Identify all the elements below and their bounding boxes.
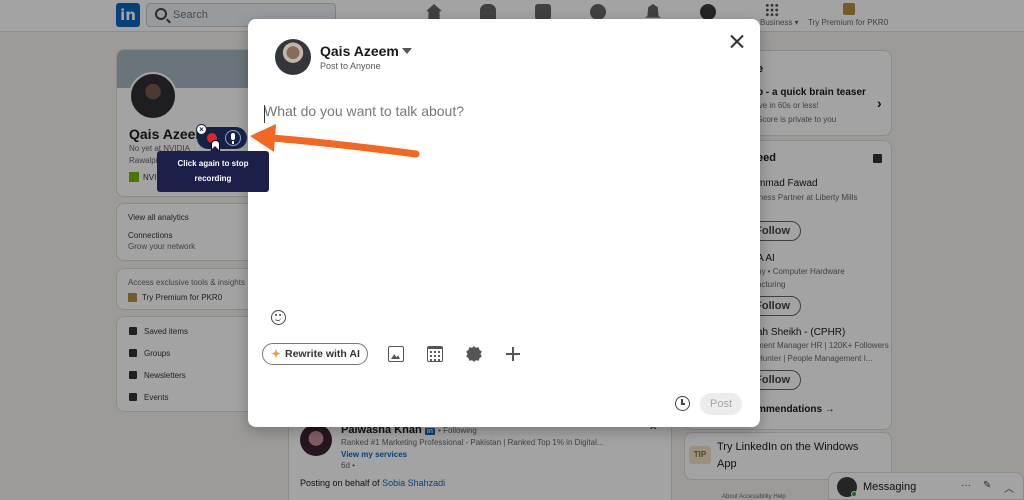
author-avatar[interactable] — [275, 39, 311, 75]
post-text-input[interactable] — [264, 103, 734, 293]
microphone-icon[interactable] — [225, 130, 241, 146]
close-icon[interactable] — [728, 33, 746, 51]
chevron-down-icon[interactable] — [402, 48, 412, 54]
rewrite-label: Rewrite with AI — [285, 348, 360, 360]
create-post-modal: Qais Azeem Post to Anyone ✦Rewrite with … — [248, 19, 760, 427]
tooltip-line1: Click again to stop — [177, 159, 249, 168]
text-cursor — [264, 105, 265, 123]
sparkle-icon: ✦ — [271, 347, 282, 361]
celebrate-icon[interactable] — [466, 346, 482, 362]
photo-icon[interactable] — [388, 346, 404, 362]
tooltip-line2: recording — [194, 174, 232, 183]
post-button[interactable]: Post — [700, 393, 742, 415]
recorder-close-icon[interactable]: × — [196, 124, 207, 135]
emoji-icon[interactable] — [271, 310, 286, 325]
plus-icon[interactable] — [505, 346, 521, 362]
calendar-event-icon[interactable] — [427, 346, 443, 362]
rewrite-with-ai-button[interactable]: ✦ Rewrite with AI — [262, 343, 368, 365]
recording-tooltip: Click again to stop recording — [157, 146, 269, 192]
author-name[interactable]: Qais Azeem — [320, 43, 399, 59]
schedule-clock-icon[interactable] — [675, 396, 690, 411]
post-audience[interactable]: Post to Anyone — [320, 61, 381, 71]
